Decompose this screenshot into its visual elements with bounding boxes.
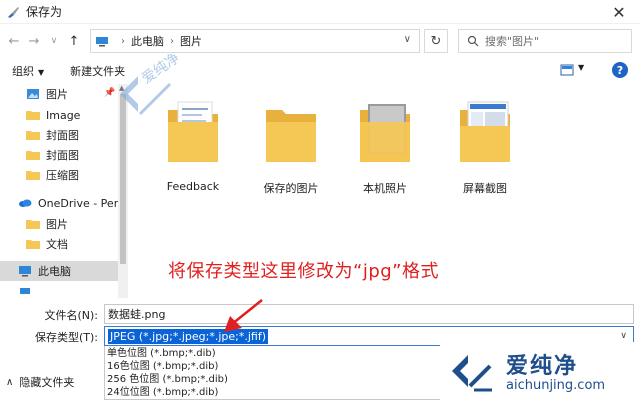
- filetype-option[interactable]: 16色位图 (*.bmp;*.dib): [105, 360, 445, 373]
- sidebar-item-label: 此电脑: [38, 265, 71, 278]
- folder-icon: [360, 104, 410, 162]
- title-bar: 保存为 ✕: [0, 0, 640, 24]
- folder-label: 屏幕截图: [463, 182, 507, 195]
- folder-icon: [26, 220, 40, 229]
- hide-folders-label: 隐藏文件夹: [19, 376, 75, 389]
- organize-label: 组织: [12, 65, 34, 78]
- sidebar-item-label: Image: [46, 108, 81, 122]
- sidebar-item-documents[interactable]: 文档: [0, 234, 118, 254]
- sidebar-item-label: 文档: [46, 238, 68, 251]
- filetype-option[interactable]: 256 色位图 (*.bmp;*.dib): [105, 373, 445, 386]
- sidebar-item-this-pc[interactable]: 此电脑: [0, 261, 118, 281]
- folder-icon: [26, 111, 40, 120]
- back-button[interactable]: ←: [4, 30, 24, 52]
- forward-button[interactable]: →: [24, 30, 44, 52]
- filetype-label: 保存类型(T):: [34, 331, 98, 344]
- sidebar-item-network-partial[interactable]: [0, 286, 118, 298]
- pc-icon: [96, 36, 108, 46]
- sidebar-item-onedrive-pictures[interactable]: 图片: [0, 214, 118, 234]
- sidebar-item-cover-2[interactable]: 封面图: [0, 145, 118, 165]
- search-input[interactable]: 搜索"图片": [458, 29, 632, 53]
- address-row: ← → ∨ ↑ › 此电脑 › 图片 ∨ ↻ 搜索"图片": [0, 26, 640, 56]
- address-bar[interactable]: › 此电脑 › 图片 ∨: [90, 29, 420, 53]
- recent-locations-button[interactable]: ∨: [44, 30, 64, 52]
- filename-field[interactable]: 数据蛙.png: [104, 304, 634, 324]
- brand-domain: aichunjing.com: [506, 378, 606, 393]
- onedrive-icon: [19, 199, 32, 207]
- sidebar-item-label: 压缩图: [46, 169, 79, 182]
- command-toolbar: 组织 ▼ 新建文件夹 ▼ ?: [0, 60, 640, 82]
- up-button[interactable]: ↑: [64, 30, 84, 52]
- folder-label: 本机照片: [363, 182, 407, 195]
- filetype-selected-value: JPEG (*.jpg;*.jpeg;*.jpe;*.jfif): [108, 328, 269, 344]
- folder-icon: [26, 240, 40, 249]
- svg-text:爱纯净: 爱纯净: [139, 54, 183, 87]
- filename-value: 数据蛙.png: [108, 308, 166, 321]
- folder-icon: [266, 110, 316, 162]
- sidebar-item-label: OneDrive - Perso: [38, 196, 118, 210]
- folder-label: 保存的图片: [263, 182, 319, 195]
- navigation-pane: 图片 📌 Image 封面图 封面图 压缩图 OneDrive - Perso …: [0, 84, 118, 298]
- instruction-annotation: 将保存类型这里修改为“jpg”格式: [168, 261, 440, 282]
- folder-label: Feedback: [166, 180, 220, 193]
- filetype-option[interactable]: 24位位图 (*.bmp;*.dib): [105, 386, 445, 399]
- sidebar-item-label: 图片: [46, 88, 68, 101]
- sidebar-item-cover-1[interactable]: 封面图: [0, 125, 118, 145]
- folder-item-saved-pictures[interactable]: 保存的图片: [246, 96, 336, 216]
- folder-icon: [26, 131, 40, 140]
- network-icon: [20, 288, 30, 294]
- pictures-icon: [27, 89, 39, 99]
- breadcrumb-this-pc[interactable]: 此电脑: [131, 33, 164, 49]
- search-icon: [467, 35, 479, 47]
- chevron-down-icon[interactable]: ▼: [578, 63, 584, 72]
- watermark-logo: 爱纯净: [120, 54, 183, 116]
- brand-logo-icon: [452, 355, 492, 392]
- sidebar-item-compressed[interactable]: 压缩图: [0, 165, 118, 185]
- breadcrumb-separator: ›: [170, 35, 174, 47]
- chevron-down-icon[interactable]: ∨: [620, 331, 627, 341]
- window-title: 保存为: [26, 5, 63, 19]
- paint-brush-icon: [8, 6, 19, 18]
- folder-icon: [460, 101, 510, 162]
- filename-label: 文件名(N):: [44, 309, 98, 322]
- sidebar-item-label: 封面图: [46, 129, 79, 142]
- pc-icon: [19, 266, 31, 277]
- refresh-button[interactable]: ↻: [424, 29, 448, 53]
- folder-item-screenshots[interactable]: 屏幕截图: [440, 96, 530, 216]
- sidebar-item-pictures[interactable]: 图片 📌: [0, 84, 118, 104]
- help-button[interactable]: ?: [612, 62, 628, 78]
- search-placeholder: 搜索"图片": [485, 35, 540, 48]
- folder-icon: [26, 171, 40, 180]
- sidebar-item-image[interactable]: Image: [0, 105, 118, 125]
- hide-folders-toggle[interactable]: ∧ 隐藏文件夹: [6, 374, 74, 390]
- filetype-option[interactable]: 单色位图 (*.bmp;*.dib): [105, 347, 445, 360]
- folder-item-camera-roll[interactable]: 本机照片: [340, 96, 430, 216]
- chevron-up-icon: ∧: [6, 376, 14, 388]
- close-button[interactable]: ✕: [598, 0, 640, 24]
- sidebar-item-onedrive[interactable]: OneDrive - Perso: [0, 193, 118, 213]
- chevron-down-icon: ▼: [38, 68, 45, 77]
- view-options-icon[interactable]: [560, 64, 574, 76]
- organize-menu[interactable]: 组织 ▼: [12, 63, 44, 79]
- chevron-down-icon[interactable]: ∨: [404, 34, 411, 45]
- breadcrumb-pictures[interactable]: 图片: [180, 33, 202, 49]
- brand-logo: 爱纯净 aichunjing.com: [440, 342, 640, 400]
- breadcrumb-separator: ›: [121, 35, 125, 47]
- brand-name-cn: 爱纯净: [506, 354, 579, 379]
- sidebar-item-label: 图片: [46, 218, 68, 231]
- filetype-options-list: 单色位图 (*.bmp;*.dib) 16色位图 (*.bmp;*.dib) 2…: [104, 346, 444, 400]
- folder-icon: [26, 151, 40, 160]
- sidebar-item-label: 封面图: [46, 149, 79, 162]
